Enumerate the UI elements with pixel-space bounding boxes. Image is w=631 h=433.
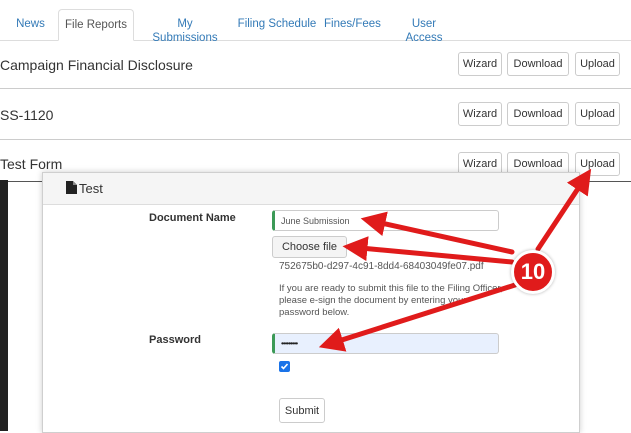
tab-fines-fees[interactable]: Fines/Fees (324, 9, 381, 40)
step-badge: 10 (511, 250, 555, 294)
document-name-input[interactable] (272, 210, 499, 231)
document-name-label: Document Name (149, 212, 236, 224)
password-label: Password (149, 334, 201, 346)
submit-button[interactable]: Submit (279, 398, 325, 423)
download-button[interactable]: Download (507, 52, 569, 76)
report-title: Campaign Financial Disclosure (0, 57, 193, 73)
upload-button[interactable]: Upload (575, 102, 620, 126)
report-row: SS-1120 Wizard Download Upload (0, 89, 631, 140)
wizard-button[interactable]: Wizard (458, 52, 502, 76)
tab-user-access[interactable]: User Access (393, 9, 455, 44)
dialog-header: Test (43, 173, 579, 205)
esign-checkbox[interactable] (279, 361, 290, 372)
tab-news[interactable]: News (12, 9, 49, 40)
choose-file-button[interactable]: Choose file (272, 236, 347, 258)
document-icon (66, 181, 77, 197)
upload-button[interactable]: Upload (575, 52, 620, 76)
tab-bar: News File Reports My Submissions Filing … (0, 0, 631, 44)
report-title: Test Form (0, 156, 63, 172)
report-row: Campaign Financial Disclosure Wizard Dow… (0, 40, 631, 89)
wizard-button[interactable]: Wizard (458, 102, 502, 126)
download-button[interactable]: Download (507, 102, 569, 126)
tab-my-submissions[interactable]: My Submissions (144, 9, 226, 44)
upload-dialog: Test Document Name Choose file 752675b0-… (42, 172, 580, 433)
report-title: SS-1120 (0, 107, 54, 123)
upload-button[interactable]: Upload (575, 152, 620, 176)
page-frame-edge (0, 180, 8, 431)
tab-file-reports[interactable]: File Reports (58, 9, 134, 41)
esign-help-text: If you are ready to submit this file to … (279, 283, 503, 318)
dialog-title: Test (79, 181, 103, 196)
password-input[interactable] (272, 333, 499, 354)
tab-filing-schedule[interactable]: Filing Schedule (236, 9, 318, 40)
check-icon (280, 363, 289, 370)
file-name-text: 752675b0-d297-4c91-8dd4-68403049fe07.pdf (279, 261, 484, 272)
